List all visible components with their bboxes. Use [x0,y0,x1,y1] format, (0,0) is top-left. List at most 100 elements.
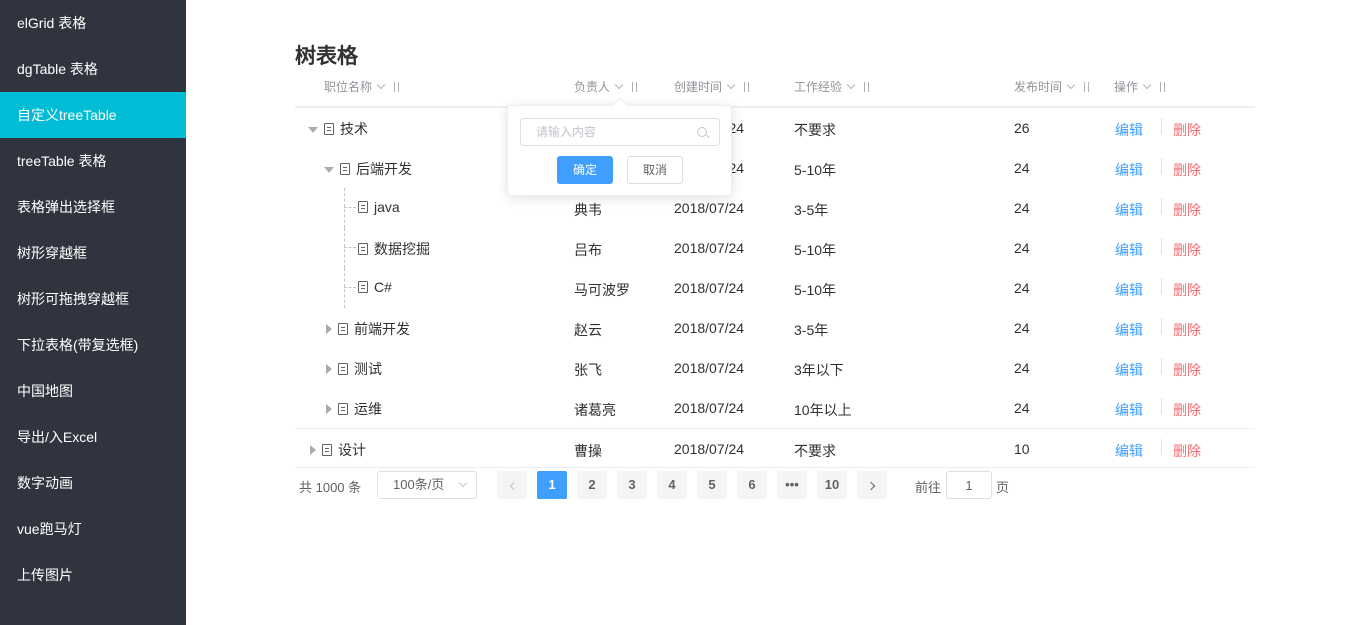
collapsed-caret-icon[interactable] [310,445,316,455]
collapsed-caret-icon[interactable] [326,404,332,414]
filter-chevron-icon[interactable] [1066,80,1076,90]
table-row: 测试 张飞 2018/07/24 3年以下 24 编辑 删除 [295,348,1255,388]
sidebar-item-excel[interactable]: 导出/入Excel [0,414,186,460]
cell-experience: 5-10年 [794,162,837,178]
delete-link[interactable]: 删除 [1173,200,1201,220]
expanded-caret-icon[interactable] [324,167,334,173]
tree-connector-line [344,268,345,308]
page-button[interactable]: 10 [817,471,847,499]
filter-chevron-icon[interactable] [846,80,856,90]
sidebar-item-draggable-tree-transfer[interactable]: 树形可拖拽穿越框 [0,276,186,322]
next-page-button[interactable] [857,471,887,499]
row-name-text: 数据挖掘 [374,241,430,257]
confirm-button[interactable]: 确定 [557,156,613,184]
sidebar-item-treetable[interactable]: treeTable 表格 [0,138,186,184]
cell-name: 设计 [308,440,366,460]
sidebar-item-table-popup-select[interactable]: 表格弹出选择框 [0,184,186,230]
sidebar-item-dropdown-table[interactable]: 下拉表格(带复选框) [0,322,186,368]
cell-name: C# [358,279,392,295]
edit-link[interactable]: 编辑 [1115,443,1143,459]
delete-link[interactable]: 删除 [1173,360,1201,380]
sidebar-item-dgtable[interactable]: dgTable 表格 [0,46,186,92]
expanded-caret-icon[interactable] [308,127,318,133]
column-header-label: 工作经验 [794,80,843,94]
collapsed-caret-icon[interactable] [326,364,332,374]
column-header-label: 操作 [1114,80,1139,94]
sidebar-item-number-animation[interactable]: 数字动画 [0,460,186,506]
prev-page-button[interactable] [497,471,527,499]
column-header-label: 负责人 [574,80,611,94]
sidebar-item-china-map[interactable]: 中国地图 [0,368,186,414]
table-header: 职位名称 负责人 创建时间 工作经验 发布时间 操作 [295,68,1255,108]
page-button[interactable]: 1 [537,471,567,499]
edit-link[interactable]: 编辑 [1115,202,1143,218]
edit-link[interactable]: 编辑 [1115,322,1143,338]
cell-name: 前端开发 [324,319,410,339]
page-button[interactable]: 3 [617,471,647,499]
delete-link[interactable]: 删除 [1173,240,1201,260]
edit-link[interactable]: 编辑 [1115,402,1143,418]
page-button[interactable]: 4 [657,471,687,499]
document-icon [340,163,350,175]
delete-link[interactable]: 删除 [1173,120,1201,140]
page-button[interactable]: 2 [577,471,607,499]
column-header-experience[interactable]: 工作经验 [794,78,872,95]
cancel-button[interactable]: 取消 [627,156,683,184]
column-header-created[interactable]: 创建时间 [674,78,752,95]
document-icon [358,281,368,293]
column-header-name[interactable]: 职位名称 [324,78,402,95]
sort-icon[interactable] [1158,81,1168,93]
edit-link[interactable]: 编辑 [1115,362,1143,378]
cell-created: 2018/07/24 [674,360,745,376]
delete-link[interactable]: 删除 [1173,320,1201,340]
page-size-value: 100条/页 [393,477,445,492]
column-header-actions[interactable]: 操作 [1114,78,1168,95]
edit-link[interactable]: 编辑 [1115,282,1143,298]
cell-actions: 编辑 删除 [1115,439,1215,461]
sort-icon[interactable] [392,81,402,93]
more-pages-button[interactable]: ••• [777,471,807,499]
cell-name: java [358,199,400,215]
edit-link[interactable]: 编辑 [1115,242,1143,258]
sidebar-item-custom-treetable[interactable]: 自定义treeTable [0,92,186,138]
goto-page-input[interactable] [946,471,992,499]
sort-icon[interactable] [862,81,872,93]
sort-icon[interactable] [1082,81,1092,93]
sidebar-item-elgrid[interactable]: elGrid 表格 [0,0,186,46]
delete-link[interactable]: 删除 [1173,400,1201,420]
sort-icon[interactable] [742,81,752,93]
page-title: 树表格 [295,45,358,68]
table-row: 数据挖掘 吕布 2018/07/24 5-10年 24 编辑 删除 [295,228,1255,268]
row-name-text: 运维 [354,401,382,417]
page-button[interactable]: 6 [737,471,767,499]
filter-chevron-icon[interactable] [1142,80,1152,90]
filter-search-input[interactable] [520,118,720,146]
sidebar-item-upload-image[interactable]: 上传图片 [0,552,186,598]
sidebar-item-tree-transfer[interactable]: 树形穿越框 [0,230,186,276]
tree-connector-branch [344,247,356,248]
tree-connector-branch [344,207,356,208]
edit-link[interactable]: 编辑 [1115,162,1143,178]
document-icon [358,243,368,255]
delete-link[interactable]: 删除 [1173,160,1201,180]
cell-published: 24 [1014,160,1030,176]
page-size-select[interactable]: 100条/页 [377,471,477,499]
filter-chevron-icon[interactable] [726,80,736,90]
cell-actions: 编辑 删除 [1115,158,1215,180]
filter-chevron-icon[interactable] [614,80,624,90]
document-icon [324,123,334,135]
page-button[interactable]: 5 [697,471,727,499]
row-name-text: 设计 [338,442,366,458]
sidebar-item-marquee[interactable]: vue跑马灯 [0,506,186,552]
delete-link[interactable]: 删除 [1173,280,1201,300]
column-header-published[interactable]: 发布时间 [1014,78,1092,95]
column-header-owner[interactable]: 负责人 [574,78,640,95]
filter-chevron-icon[interactable] [376,80,386,90]
row-name-text: 技术 [340,121,368,137]
edit-link[interactable]: 编辑 [1115,122,1143,138]
cell-owner: 吕布 [574,242,602,258]
sort-icon[interactable] [630,81,640,93]
cell-experience: 3年以下 [794,362,844,378]
collapsed-caret-icon[interactable] [326,324,332,334]
delete-link[interactable]: 删除 [1173,441,1201,461]
